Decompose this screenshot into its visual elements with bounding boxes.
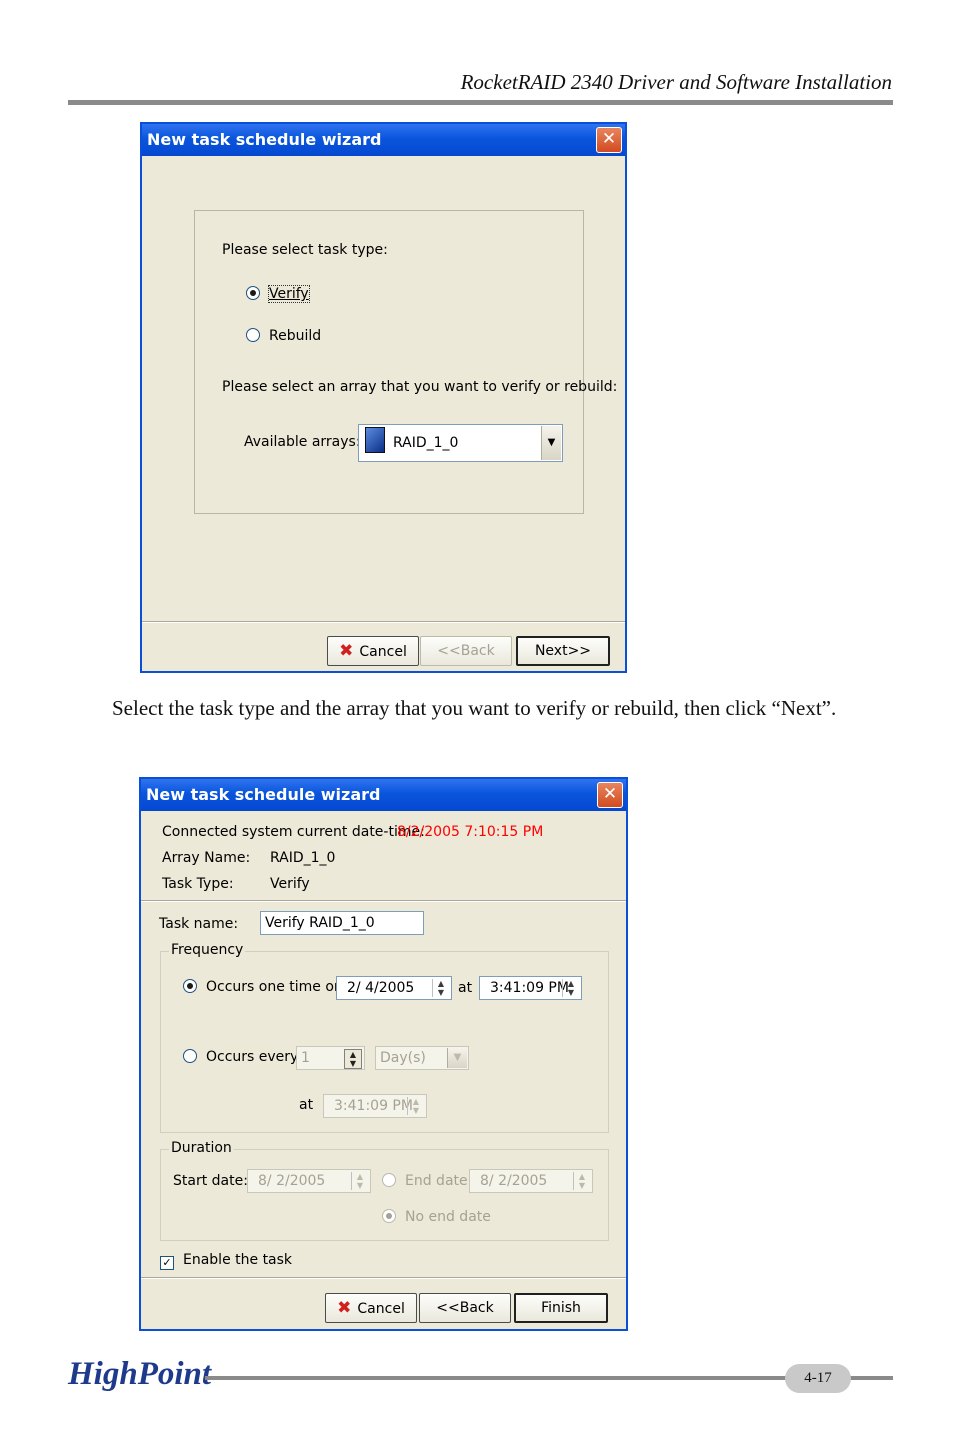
datetime-value: 8/2/2005 7:10:15 PM [397, 824, 544, 840]
info-separator [141, 900, 626, 902]
dialog-title: New task schedule wizard [147, 130, 382, 149]
task-name-label: Task name: [159, 916, 239, 932]
radio-verify[interactable]: Verify [246, 285, 310, 303]
every-unit-select[interactable]: Day(s) ▼ [375, 1046, 469, 1070]
radio-end-date-label: End date [405, 1173, 468, 1189]
radio-verify-indicator [246, 286, 260, 300]
start-date-value: 8/ 2/2005 [258, 1173, 326, 1189]
radio-occurs-once-indicator [183, 979, 197, 993]
task-type-label: Task Type: [162, 876, 234, 892]
cancel-x-icon: ✖ [339, 641, 354, 661]
spinner-icon[interactable]: ▲ ▼ [344, 1049, 362, 1069]
spinner-icon[interactable]: ▲ ▼ [562, 979, 579, 997]
every-at-label: at [299, 1097, 314, 1113]
header-rule [68, 100, 893, 105]
task-type-dialog: New task schedule wizard ✕ Please select… [140, 122, 627, 673]
task-type-prompt: Please select task type: [222, 242, 388, 258]
next-button[interactable]: Next>> [516, 636, 610, 666]
cancel-button[interactable]: ✖ Cancel [325, 1293, 417, 1323]
end-date-value: 8/ 2/2005 [480, 1173, 548, 1189]
highpoint-logo: HighPoint [68, 1356, 212, 1392]
chevron-down-icon[interactable]: ▼ [541, 426, 561, 460]
every-count-input[interactable]: 1 ▲ ▼ [296, 1046, 365, 1070]
start-date-picker[interactable]: 8/ 2/2005 ▲ ▼ [247, 1169, 371, 1193]
frequency-legend: Frequency [169, 942, 246, 958]
radio-rebuild[interactable]: Rebuild [246, 328, 321, 344]
spinner-icon[interactable]: ▲ ▼ [407, 1097, 424, 1115]
page-number-badge: 4-17 [785, 1364, 851, 1393]
radio-no-end-date-indicator [382, 1209, 396, 1223]
radio-end-date-indicator [382, 1173, 396, 1187]
enable-task-label: Enable the task [183, 1252, 293, 1268]
available-arrays-select[interactable]: RAID_1_0 ▼ [358, 424, 563, 462]
instruction-caption: Select the task type and the array that … [112, 696, 837, 720]
checkmark-icon: ✓ [160, 1256, 174, 1270]
raid-array-icon [365, 427, 385, 453]
dialog-title-bar: New task schedule wizard ✕ [141, 779, 626, 811]
once-at-label: at [458, 980, 473, 996]
button-bar-separator [141, 1277, 626, 1279]
schedule-details-dialog: New task schedule wizard ✕ Connected sys… [139, 777, 628, 1331]
spinner-icon[interactable]: ▲ ▼ [573, 1172, 590, 1190]
dialog-title-bar: New task schedule wizard ✕ [142, 124, 625, 156]
available-arrays-value: RAID_1_0 [393, 435, 459, 451]
task-type-value: Verify [270, 876, 310, 892]
finish-button[interactable]: Finish [514, 1293, 608, 1323]
duration-group: Duration [160, 1140, 609, 1241]
radio-rebuild-indicator [246, 328, 260, 342]
radio-occurs-every-indicator [183, 1049, 197, 1063]
task-name-input[interactable]: Verify RAID_1_0 [260, 911, 424, 935]
every-unit-value: Day(s) [380, 1050, 426, 1066]
available-arrays-label: Available arrays: [244, 434, 361, 450]
close-icon[interactable]: ✕ [597, 782, 623, 808]
every-count-value: 1 [301, 1050, 310, 1066]
page-header-title: RocketRAID 2340 Driver and Software Inst… [460, 70, 892, 94]
once-date-picker[interactable]: 2/ 4/2005 ▲ ▼ [336, 976, 452, 1000]
enable-task-checkbox[interactable]: ✓ Enable the task [160, 1252, 292, 1270]
cancel-button[interactable]: ✖ Cancel [327, 636, 419, 666]
every-time-picker[interactable]: 3:41:09 PM ▲ ▼ [323, 1094, 427, 1118]
start-date-label: Start date: [173, 1173, 248, 1189]
cancel-x-icon: ✖ [337, 1298, 352, 1318]
close-icon[interactable]: ✕ [596, 127, 622, 153]
radio-no-end-date-label: No end date [405, 1209, 491, 1225]
cancel-button-label: Cancel [359, 644, 407, 660]
spinner-icon[interactable]: ▲ ▼ [432, 979, 449, 997]
array-prompt: Please select an array that you want to … [222, 379, 618, 395]
cancel-button-label: Cancel [357, 1301, 405, 1317]
datetime-label: Connected system current date-time: [162, 824, 425, 840]
radio-occurs-every[interactable]: Occurs every [183, 1049, 298, 1065]
radio-rebuild-label: Rebuild [269, 328, 322, 344]
once-time-value: 3:41:09 PM [490, 980, 569, 996]
array-name-value: RAID_1_0 [270, 850, 336, 866]
once-date-value: 2/ 4/2005 [347, 980, 415, 996]
every-time-value: 3:41:09 PM [334, 1098, 413, 1114]
once-time-picker[interactable]: 3:41:09 PM ▲ ▼ [479, 976, 582, 1000]
duration-legend: Duration [169, 1140, 234, 1156]
dialog-title: New task schedule wizard [146, 785, 381, 804]
back-button[interactable]: <<Back [420, 636, 512, 666]
array-name-label: Array Name: [162, 850, 251, 866]
end-date-picker[interactable]: 8/ 2/2005 ▲ ▼ [469, 1169, 593, 1193]
back-button[interactable]: <<Back [419, 1293, 511, 1323]
radio-occurs-once-label: Occurs one time on [206, 979, 343, 995]
button-bar-separator [142, 621, 625, 623]
radio-verify-label: Verify [268, 285, 310, 303]
radio-occurs-once[interactable]: Occurs one time on [183, 979, 343, 995]
radio-occurs-every-label: Occurs every [206, 1049, 299, 1065]
spinner-icon[interactable]: ▲ ▼ [351, 1172, 368, 1190]
radio-end-date[interactable]: End date [382, 1173, 468, 1189]
radio-no-end-date[interactable]: No end date [382, 1209, 491, 1225]
chevron-down-icon[interactable]: ▼ [447, 1048, 467, 1068]
